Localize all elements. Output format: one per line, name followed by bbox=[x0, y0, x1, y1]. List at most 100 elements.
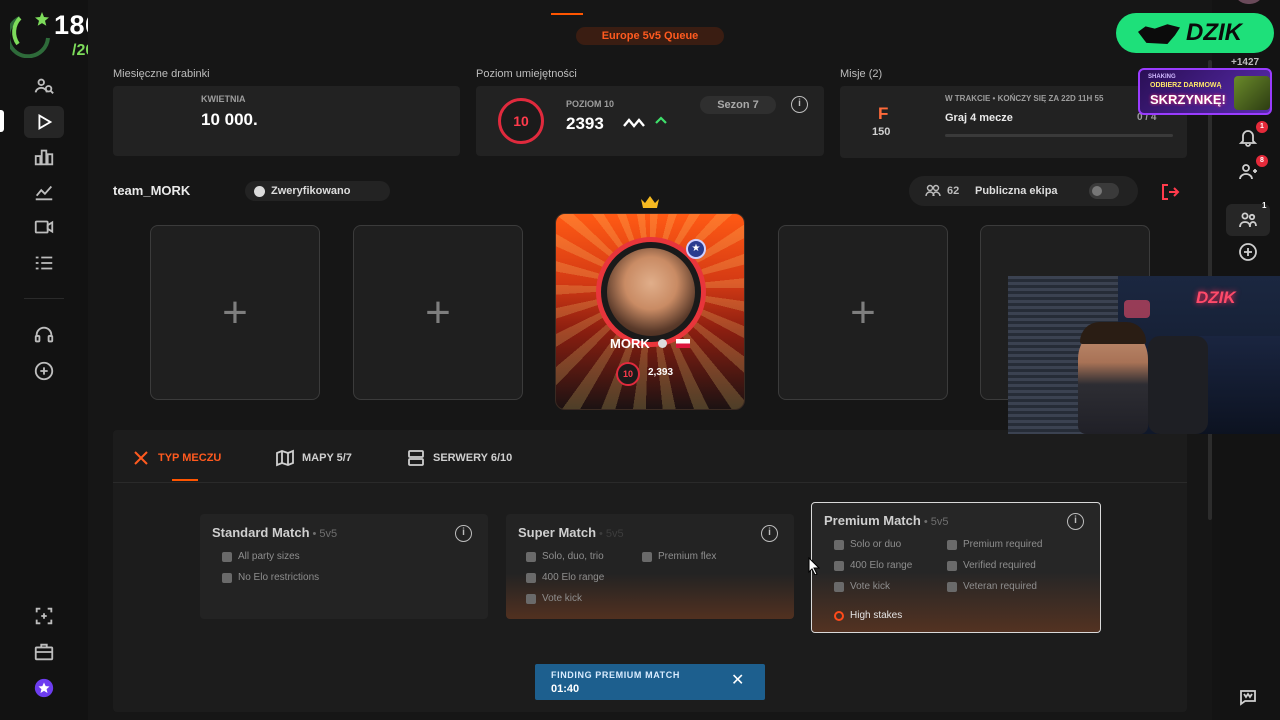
notifications-bell-icon[interactable] bbox=[1238, 127, 1258, 147]
match-info-icon[interactable]: i bbox=[455, 525, 472, 542]
skill-info-icon[interactable]: i bbox=[791, 96, 808, 113]
mission-grade: F bbox=[878, 104, 889, 123]
webcam-overlay: DZIK bbox=[1008, 276, 1280, 434]
verified-icon bbox=[254, 186, 265, 197]
party-icon bbox=[834, 539, 844, 550]
add-party-icon[interactable] bbox=[1238, 242, 1258, 262]
ladders-label: Miesięczne drabinki bbox=[113, 68, 210, 80]
missions-card[interactable]: F 150 W TRAKCIE • KOŃCZY SIĘ ZA 22D 11H … bbox=[840, 86, 1187, 158]
sidebar-item-add[interactable] bbox=[32, 359, 56, 383]
mission-progress-bar bbox=[945, 134, 1173, 137]
premium-star-icon bbox=[34, 678, 54, 698]
match-feature: Vote kick bbox=[834, 581, 890, 592]
sidebar-item-find-players[interactable] bbox=[32, 74, 56, 98]
brand-label: DZIK bbox=[1186, 19, 1242, 46]
match-feature-text: Solo, duo, trio bbox=[542, 551, 604, 562]
match-feature: Solo, duo, trio bbox=[526, 551, 604, 562]
season-selector[interactable]: Sezon 7 bbox=[700, 96, 776, 114]
queue-badge[interactable]: Europe 5v5 Queue bbox=[576, 27, 724, 45]
sidebar-item-scan[interactable] bbox=[32, 604, 56, 628]
super-match-card[interactable]: Super Match • 5v5 i Solo, duo, trio Premi… bbox=[506, 514, 794, 619]
public-team-switch[interactable] bbox=[1089, 183, 1119, 199]
tab-maps[interactable]: MAPY 5/7 bbox=[276, 449, 352, 467]
public-team-toggle[interactable]: 62 Publiczna ekipa bbox=[909, 176, 1138, 206]
ladders-value: 10 000. bbox=[201, 110, 258, 129]
sidebar-item-list[interactable] bbox=[32, 251, 56, 275]
video-camera-icon bbox=[34, 220, 54, 234]
empty-slot[interactable]: + bbox=[778, 225, 948, 400]
verified-badge: Zweryfikowano bbox=[245, 181, 390, 201]
party-icon[interactable] bbox=[1238, 210, 1258, 230]
vote-icon bbox=[526, 593, 536, 604]
party-icon bbox=[526, 551, 536, 562]
target-icon bbox=[834, 610, 844, 621]
chat-logo-icon[interactable] bbox=[1238, 687, 1258, 707]
line-chart-icon bbox=[35, 185, 53, 201]
player-name-row: MORK bbox=[556, 336, 744, 351]
sidebar-item-play[interactable] bbox=[32, 110, 56, 134]
match-title-row: Standard Match • 5v5 bbox=[212, 525, 337, 540]
match-feature-text: All party sizes bbox=[238, 551, 300, 562]
members-count: 62 bbox=[947, 185, 960, 197]
match-feature: All party sizes bbox=[222, 551, 300, 562]
sidebar-item-support[interactable] bbox=[32, 323, 56, 347]
premium-match-card[interactable]: Premium Match • 5v5 i Solo or duo Premium… bbox=[811, 502, 1101, 633]
elo-trend-icon bbox=[623, 118, 645, 128]
tab-label: TYP MECZU bbox=[158, 452, 222, 464]
elo-icon bbox=[526, 572, 536, 583]
sidebar-item-rankings[interactable] bbox=[32, 145, 56, 169]
skill-label: Poziom umiejętności bbox=[476, 68, 577, 80]
flag-icon bbox=[675, 339, 690, 348]
match-feature: 400 Elo range bbox=[834, 560, 912, 571]
finding-label: FINDING PREMIUM MATCH bbox=[551, 670, 680, 680]
match-info-icon[interactable]: i bbox=[1067, 513, 1084, 530]
briefcase-icon bbox=[34, 643, 54, 661]
empty-slot[interactable]: + bbox=[353, 225, 523, 400]
friends-badge: 8 bbox=[1256, 155, 1268, 167]
match-feature-text: 400 Elo range bbox=[542, 572, 605, 583]
sidebar-item-watch[interactable] bbox=[32, 215, 56, 239]
cancel-search-button[interactable]: ✕ bbox=[731, 672, 744, 690]
promo-headline: SKRZYNKĘ! bbox=[1150, 92, 1226, 107]
finding-timer: 01:40 bbox=[551, 683, 580, 695]
add-player-plus: + bbox=[222, 287, 248, 337]
add-player-plus: + bbox=[425, 287, 451, 337]
webcam-neon-sign bbox=[1124, 300, 1150, 318]
sidebar-item-premium[interactable] bbox=[32, 676, 56, 700]
crate-icon bbox=[1234, 76, 1270, 110]
friends-icon[interactable] bbox=[1238, 162, 1258, 182]
party-badge: 1 bbox=[1262, 201, 1267, 210]
sidebar-divider bbox=[24, 298, 64, 299]
team-name: team_MORK bbox=[113, 183, 191, 198]
play-icon bbox=[38, 113, 53, 131]
match-feature-text: High stakes bbox=[850, 610, 903, 621]
ladders-card[interactable]: KWIETNIA 10 000. bbox=[113, 86, 460, 156]
verified-small-icon bbox=[658, 339, 668, 348]
skill-level-number: 10 bbox=[513, 113, 529, 129]
elo-icon bbox=[222, 572, 232, 583]
brand-button[interactable]: DZIK bbox=[1116, 13, 1274, 53]
match-mode: • 5v5 bbox=[599, 528, 624, 540]
tab-match-type[interactable]: TYP MECZU bbox=[132, 449, 221, 467]
tab-servers[interactable]: SERWERY 6/10 bbox=[407, 449, 512, 467]
ladders-month: KWIETNIA bbox=[201, 94, 246, 104]
mission-task: Graj 4 mecze bbox=[945, 112, 1013, 124]
player-card[interactable]: ★ MORK 10 2,393 bbox=[555, 213, 745, 410]
empty-slot[interactable]: + bbox=[150, 225, 320, 400]
missions-label: Misje (2) bbox=[840, 68, 883, 80]
verified-icon bbox=[947, 560, 957, 571]
finding-match-banner: FINDING PREMIUM MATCH 01:40 ✕ bbox=[535, 664, 765, 700]
standard-match-card[interactable]: Standard Match • 5v5 i All party sizes No… bbox=[200, 514, 488, 619]
sidebar-item-inventory[interactable] bbox=[32, 640, 56, 664]
skill-level-badge: 10 bbox=[498, 98, 544, 144]
match-feature-text: Premium flex bbox=[658, 551, 717, 562]
leader-crown-icon bbox=[641, 196, 659, 208]
public-team-label: Publiczna ekipa bbox=[975, 185, 1058, 197]
match-feature-text: 400 Elo range bbox=[850, 560, 913, 571]
match-info-icon[interactable]: i bbox=[761, 525, 778, 542]
leave-team-icon[interactable] bbox=[1160, 182, 1180, 202]
promo-banner[interactable]: SHAKING ODBIERZ DARMOWĄ SKRZYNKĘ! bbox=[1138, 68, 1272, 115]
match-feature-text: No Elo restrictions bbox=[238, 572, 320, 583]
scan-icon bbox=[35, 607, 53, 625]
sidebar-item-stats[interactable] bbox=[32, 180, 56, 204]
